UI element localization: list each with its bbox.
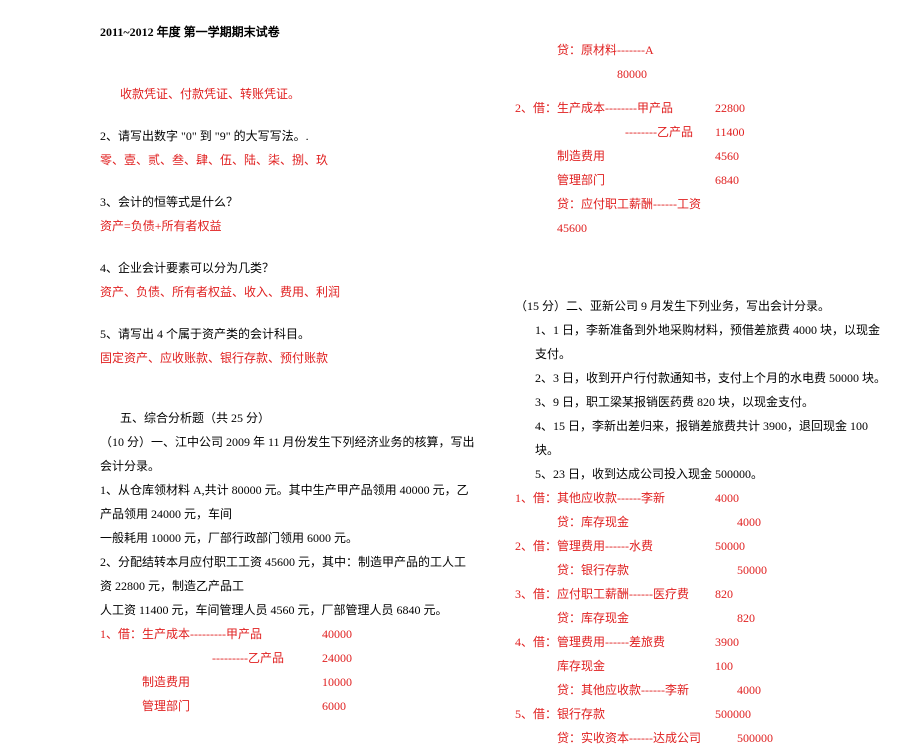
account-name: 生产成本--------甲产品 xyxy=(557,96,715,120)
account-amount: 4000 xyxy=(715,486,835,510)
entry-line: 1、借：生产成本---------甲产品40000 xyxy=(100,622,475,646)
account-name: 贷：其他应收款------李新 xyxy=(557,678,737,702)
entry-line: 贷：库存现金820 xyxy=(515,606,890,630)
section-title: 五、综合分析题（共 25 分） xyxy=(100,406,475,430)
problem-text: 一般耗用 10000 元，厂部行政部门领用 6000 元。 xyxy=(100,526,475,550)
account-amount: 50000 xyxy=(737,558,857,582)
account-amount: 45600 xyxy=(557,216,677,240)
account-name: 其他应收款------李新 xyxy=(557,486,715,510)
account-amount: 820 xyxy=(737,606,857,630)
entry-line: 贷：应付职工薪酬------工资45600 xyxy=(515,192,890,240)
problem-text: （15 分）二、亚新公司 9 月发生下列业务，写出会计分录。 xyxy=(515,294,890,318)
account-name: 管理部门 xyxy=(557,168,715,192)
account-amount: 4000 xyxy=(737,678,857,702)
left-column: 2011~2012 年度 第一学期期末试卷 收款凭证、付款凭证、转账凭证。 2、… xyxy=(100,20,475,750)
answer-text: 固定资产、应收账款、银行存款、预付账款 xyxy=(100,346,475,370)
entry-line: 1、借：其他应收款------李新4000 xyxy=(515,486,890,510)
account-amount: 500000 xyxy=(715,702,835,726)
problem-text: 5、23 日，收到达成公司投入现金 500000。 xyxy=(515,462,890,486)
account-amount: 10000 xyxy=(322,670,402,694)
entry-line: 2、借：管理费用------水费50000 xyxy=(515,534,890,558)
entry-line: 2、借：生产成本--------甲产品22800 xyxy=(515,96,890,120)
problem-text: 3、9 日，职工梁某报销医药费 820 块，以现金支付。 xyxy=(515,390,890,414)
account-amount: 3900 xyxy=(715,630,835,654)
account-name: 管理费用------水费 xyxy=(557,534,715,558)
account-name: 制造费用 xyxy=(142,670,322,694)
entry-line: 贷：其他应收款------李新4000 xyxy=(515,678,890,702)
question-text: 3、会计的恒等式是什么？ xyxy=(100,190,475,214)
entry-prefix: 1、借： xyxy=(515,491,557,505)
account-name: 管理部门 xyxy=(142,694,322,718)
entry-prefix: 2、借： xyxy=(515,539,557,553)
page-header: 2011~2012 年度 第一学期期末试卷 xyxy=(100,20,475,44)
account-name: 贷：原材料-------A xyxy=(557,38,757,62)
entry-line: 管理部门6840 xyxy=(515,168,890,192)
entry-line: 5、借：银行存款500000 xyxy=(515,702,890,726)
account-amount: 24000 xyxy=(322,646,402,670)
entry-line: 贷：库存现金4000 xyxy=(515,510,890,534)
account-name: 贷：实收资本------达成公司 xyxy=(557,726,737,750)
account-amount: 50000 xyxy=(715,534,835,558)
account-amount: 80000 xyxy=(557,62,737,86)
answer-text: 资产=负债+所有者权益 xyxy=(100,214,475,238)
entry-line: 3、借：应付职工薪酬------医疗费820 xyxy=(515,582,890,606)
problem-text: 人工资 11400 元，车间管理人员 4560 元，厂部管理人员 6840 元。 xyxy=(100,598,475,622)
account-amount: 11400 xyxy=(715,120,835,144)
account-name: 生产成本---------甲产品 xyxy=(142,622,322,646)
account-name: 贷：应付职工薪酬------工资 xyxy=(557,192,815,216)
answer-text: 资产、负债、所有者权益、收入、费用、利润 xyxy=(100,280,475,304)
entry-line: 贷：实收资本------达成公司500000 xyxy=(515,726,890,750)
entry-line: --------乙产品11400 xyxy=(515,120,890,144)
account-amount: 22800 xyxy=(715,96,835,120)
account-amount: 500000 xyxy=(737,726,857,750)
account-name: --------乙产品 xyxy=(625,120,715,144)
account-amount: 40000 xyxy=(322,622,402,646)
entry-line: 贷：原材料-------A80000 xyxy=(515,38,890,86)
answer-text: 零、壹、贰、叁、肆、伍、陆、柒、捌、玖 xyxy=(100,148,475,172)
entry-prefix: 1、借： xyxy=(100,627,142,641)
account-amount: 820 xyxy=(715,582,835,606)
account-amount: 4000 xyxy=(737,510,857,534)
account-amount: 6000 xyxy=(322,694,402,718)
account-name: 贷：银行存款 xyxy=(557,558,737,582)
account-name: 贷：库存现金 xyxy=(557,606,737,630)
account-amount: 6840 xyxy=(715,168,835,192)
account-name: 银行存款 xyxy=(557,702,715,726)
problem-text: （10 分）一、江中公司 2009 年 11 月份发生下列经济业务的核算，写出会… xyxy=(100,430,475,478)
answer-text: 收款凭证、付款凭证、转账凭证。 xyxy=(100,82,475,106)
account-name: ---------乙产品 xyxy=(212,646,322,670)
account-amount: 4560 xyxy=(715,144,835,168)
entry-line: 制造费用10000 xyxy=(100,670,475,694)
entry-prefix: 5、借： xyxy=(515,707,557,721)
account-name: 制造费用 xyxy=(557,144,715,168)
account-amount: 100 xyxy=(715,654,835,678)
entry-prefix: 4、借： xyxy=(515,635,557,649)
right-column: 贷：原材料-------A80000 2、借：生产成本--------甲产品22… xyxy=(515,20,890,750)
question-text: 5、请写出 4 个属于资产类的会计科目。 xyxy=(100,322,475,346)
entry-line: ---------乙产品24000 xyxy=(100,646,475,670)
problem-text: 2、分配结转本月应付职工工资 45600 元，其中：制造甲产品的工人工资 228… xyxy=(100,550,475,598)
entry-line: 管理部门6000 xyxy=(100,694,475,718)
account-name: 应付职工薪酬------医疗费 xyxy=(557,582,715,606)
problem-text: 1、从仓库领材料 A,共计 80000 元。其中生产甲产品领用 40000 元，… xyxy=(100,478,475,526)
entry-line: 贷：银行存款50000 xyxy=(515,558,890,582)
entry-prefix: 2、借： xyxy=(515,101,557,115)
problem-text: 4、15 日，李新出差归来，报销差旅费共计 3900，退回现金 100 块。 xyxy=(515,414,890,462)
account-name: 贷：库存现金 xyxy=(557,510,737,534)
entry-line: 库存现金100 xyxy=(515,654,890,678)
account-name: 库存现金 xyxy=(557,654,715,678)
entry-prefix: 3、借： xyxy=(515,587,557,601)
question-text: 2、请写出数字 "0" 到 "9" 的大写写法。. xyxy=(100,124,475,148)
account-name: 管理费用------差旅费 xyxy=(557,630,715,654)
entry-line: 制造费用4560 xyxy=(515,144,890,168)
problem-text: 1、1 日，李新准备到外地采购材料，预借差旅费 4000 块，以现金支付。 xyxy=(515,318,890,366)
question-text: 4、企业会计要素可以分为几类？ xyxy=(100,256,475,280)
entry-line: 4、借：管理费用------差旅费3900 xyxy=(515,630,890,654)
problem-text: 2、3 日，收到开户行付款通知书，支付上个月的水电费 50000 块。 xyxy=(515,366,890,390)
